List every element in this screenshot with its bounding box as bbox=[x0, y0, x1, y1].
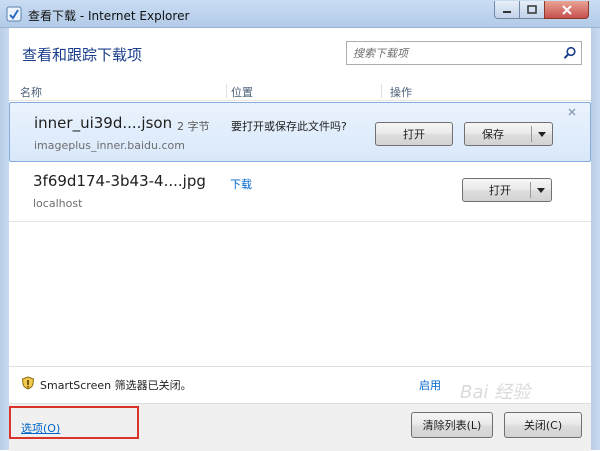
column-divider bbox=[226, 84, 227, 98]
downloads-folder-link[interactable]: 下载 bbox=[230, 176, 252, 192]
options-link[interactable]: 选项(O) bbox=[21, 420, 60, 436]
split-divider bbox=[530, 182, 531, 198]
download-size: 2 字节 bbox=[177, 120, 210, 133]
download-row[interactable]: 3f69d174-3b43-4....jpg localhost 下载 打开 bbox=[9, 164, 591, 222]
search-input[interactable] bbox=[347, 42, 559, 64]
column-header-location[interactable]: 位置 bbox=[231, 84, 253, 100]
column-header-name[interactable]: 名称 bbox=[20, 84, 42, 100]
close-button[interactable]: 关闭(C) bbox=[504, 412, 582, 438]
save-split-button[interactable]: 保存 bbox=[464, 122, 553, 146]
chevron-down-icon[interactable] bbox=[538, 132, 546, 137]
title-bar: 查看下载 - Internet Explorer bbox=[0, 0, 600, 28]
maximize-button[interactable] bbox=[519, 1, 545, 19]
security-warning-icon bbox=[21, 376, 35, 390]
open-split-button[interactable]: 打开 bbox=[462, 178, 552, 202]
window-title: 查看下载 - Internet Explorer bbox=[28, 9, 190, 23]
save-button-label: 保存 bbox=[482, 128, 504, 141]
footer-bar: 选项(O) 清除列表(L) 关闭(C) bbox=[9, 403, 591, 451]
download-window-icon bbox=[6, 6, 22, 22]
split-divider bbox=[531, 126, 532, 142]
open-button[interactable]: 打开 bbox=[375, 122, 453, 146]
window-frame-left bbox=[0, 28, 9, 450]
window-close-button[interactable] bbox=[544, 1, 589, 19]
chevron-down-icon[interactable] bbox=[537, 188, 545, 193]
watermark: Bai 经验 bbox=[460, 382, 531, 403]
minimize-button[interactable] bbox=[494, 1, 520, 19]
open-button-label: 打开 bbox=[489, 184, 511, 197]
download-row[interactable]: inner_ui39d....json 2 字节 imageplus_inner… bbox=[9, 102, 591, 162]
download-host: imageplus_inner.baidu.com bbox=[34, 139, 186, 152]
column-header-action[interactable]: 操作 bbox=[390, 84, 412, 100]
window-frame-right bbox=[591, 28, 600, 450]
clear-list-button[interactable]: 清除列表(L) bbox=[411, 412, 493, 438]
column-headers: 名称 位置 操作 bbox=[9, 82, 591, 101]
dismiss-icon[interactable] bbox=[567, 107, 577, 117]
divider bbox=[9, 366, 591, 367]
close-icon bbox=[561, 4, 572, 15]
search-box[interactable] bbox=[346, 41, 582, 65]
download-host: localhost bbox=[33, 197, 83, 210]
smartscreen-status: SmartScreen 筛选器已关闭。 bbox=[40, 379, 192, 392]
maximize-icon bbox=[527, 5, 537, 14]
download-prompt: 要打开或保存此文件吗? bbox=[231, 120, 347, 133]
download-filename: inner_ui39d....json bbox=[34, 114, 173, 132]
page-title: 查看和跟踪下载项 bbox=[22, 46, 143, 64]
search-icon[interactable] bbox=[563, 46, 577, 60]
column-divider bbox=[381, 84, 382, 98]
download-filename: 3f69d174-3b43-4....jpg bbox=[33, 172, 206, 190]
enable-smartscreen-link[interactable]: 启用 bbox=[419, 377, 441, 393]
minimize-icon bbox=[503, 10, 511, 13]
